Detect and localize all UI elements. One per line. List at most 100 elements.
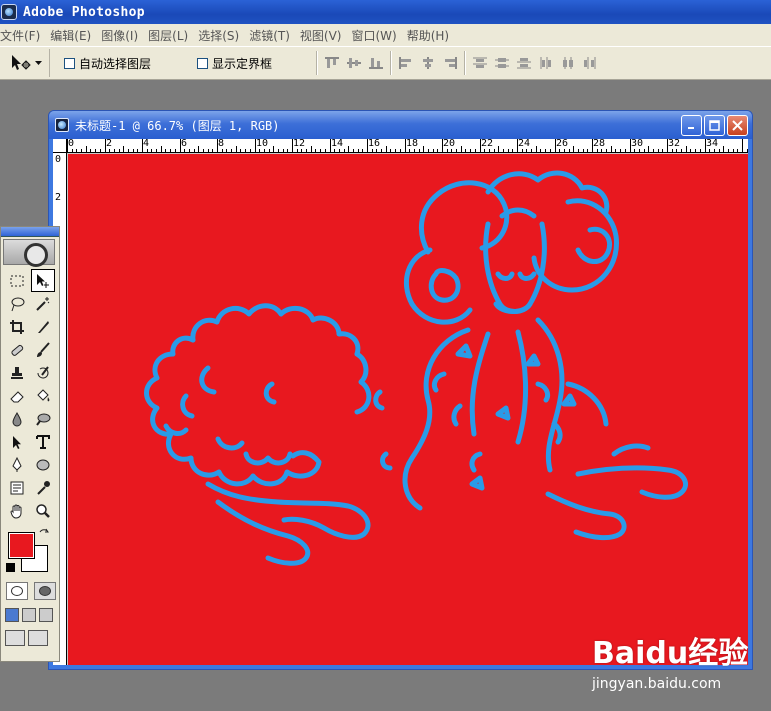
- history-brush-tool-button[interactable]: [31, 361, 55, 384]
- dodge-tool-button[interactable]: [31, 407, 55, 430]
- menu-select[interactable]: 选择(S): [198, 27, 248, 44]
- minimize-button[interactable]: [681, 115, 702, 136]
- distribute-buttons: [466, 56, 604, 70]
- hand-tool-button[interactable]: [5, 499, 29, 522]
- full-screen-button[interactable]: [39, 608, 53, 622]
- horizontal-ruler[interactable]: 0 2 4 6 8 10 12 14 16 18 20 22 24 26 28 …: [67, 139, 748, 153]
- align-right-icon[interactable]: [442, 56, 458, 70]
- distribute-top-icon[interactable]: [472, 56, 488, 70]
- quick-mask-mode-button[interactable]: [34, 582, 56, 600]
- minimize-icon: [688, 127, 694, 129]
- swap-colors-icon[interactable]: [38, 528, 50, 540]
- standard-mode-button[interactable]: [6, 582, 28, 600]
- full-screen-menu-button[interactable]: [22, 608, 36, 622]
- standard-screen-button[interactable]: [5, 608, 19, 622]
- show-bounding-box-checkbox[interactable]: [197, 57, 209, 69]
- move-tool-icon: [12, 55, 31, 70]
- document-titlebar[interactable]: 未标题-1 @ 66.7% (图层 1, RGB): [49, 111, 752, 139]
- zoom-tool-button[interactable]: [31, 499, 55, 522]
- ruler-label: 24: [518, 139, 531, 149]
- eyedropper-tool-button[interactable]: [31, 476, 55, 499]
- notes-tool-button[interactable]: [5, 476, 29, 499]
- distribute-bottom-icon[interactable]: [516, 56, 532, 70]
- slice-tool-button[interactable]: [31, 315, 55, 338]
- auto-select-layer-checkbox[interactable]: [64, 57, 75, 69]
- align-left-icon[interactable]: [398, 56, 414, 70]
- distribute-vcenter-icon[interactable]: [494, 56, 510, 70]
- menu-layer[interactable]: 图层(L): [148, 27, 197, 44]
- ruler-label: 4: [143, 139, 150, 149]
- crop-tool-button[interactable]: [5, 315, 29, 338]
- distribute-right-icon[interactable]: [582, 56, 598, 70]
- blur-tool-button[interactable]: [5, 407, 29, 430]
- distribute-hcenter-icon[interactable]: [560, 56, 576, 70]
- jump-to-other-app-button[interactable]: [28, 630, 48, 646]
- toolbox-logo[interactable]: [3, 239, 55, 267]
- align-vcenter-icon[interactable]: [346, 56, 362, 70]
- options-bar: 自动选择图层 显示定界框: [0, 46, 771, 80]
- show-bounding-box-option[interactable]: 显示定界框: [197, 55, 272, 72]
- move-tool-button[interactable]: [31, 269, 55, 292]
- menu-window[interactable]: 窗口(W): [351, 27, 405, 44]
- ruler-label: 0: [68, 139, 75, 149]
- ruler-label: 30: [631, 139, 644, 149]
- brush-icon: [37, 341, 50, 357]
- ruler-label: 32: [668, 139, 681, 149]
- align-bottom-icon[interactable]: [368, 56, 384, 70]
- brush-tool-button[interactable]: [31, 338, 55, 361]
- quick-mask-icon: [39, 586, 51, 596]
- auto-select-layer-option[interactable]: 自动选择图层: [64, 55, 151, 72]
- lasso-icon: [11, 297, 25, 311]
- ruler-label: 6: [181, 139, 188, 149]
- close-icon: [732, 120, 743, 131]
- lasso-tool-button[interactable]: [5, 292, 29, 315]
- baidu-jingyan-logo: Baidu经验: [592, 628, 748, 672]
- ruler-label: 14: [331, 139, 344, 149]
- slice-icon: [38, 320, 49, 333]
- screen-mode-buttons: [1, 608, 59, 622]
- path-select-tool-button[interactable]: [5, 430, 29, 453]
- canvas[interactable]: [68, 154, 748, 665]
- default-colors-button[interactable]: [6, 563, 15, 572]
- ruler-label: 18: [406, 139, 419, 149]
- close-button[interactable]: [727, 115, 748, 136]
- menu-help[interactable]: 帮助(H): [407, 27, 458, 44]
- notes-icon: [10, 481, 24, 494]
- foreground-color-swatch[interactable]: [8, 532, 35, 559]
- align-horizontal-buttons: [392, 56, 464, 70]
- ruler-label: 2: [106, 139, 113, 149]
- magic-wand-icon: [36, 296, 50, 311]
- eraser-tool-button[interactable]: [5, 384, 29, 407]
- align-hcenter-icon[interactable]: [420, 56, 436, 70]
- type-tool-button[interactable]: [31, 430, 55, 453]
- distribute-left-icon[interactable]: [538, 56, 554, 70]
- document-title: 未标题-1 @ 66.7% (图层 1, RGB): [75, 118, 280, 133]
- menu-file[interactable]: 文件(F): [0, 27, 49, 44]
- healing-brush-tool-button[interactable]: [5, 338, 29, 361]
- ellipse-icon: [36, 459, 50, 470]
- menu-view[interactable]: 视图(V): [300, 27, 351, 44]
- magic-wand-tool-button[interactable]: [31, 292, 55, 315]
- menu-edit[interactable]: 编辑(E): [50, 27, 100, 44]
- marquee-icon: [10, 275, 24, 286]
- document-window: 未标题-1 @ 66.7% (图层 1, RGB) 0 2 4 6 8 10 1…: [48, 110, 753, 670]
- menu-image[interactable]: 图像(I): [101, 27, 147, 44]
- ellipse-tool-button[interactable]: [31, 453, 55, 476]
- hand-icon: [10, 504, 22, 519]
- pen-tool-button[interactable]: [5, 453, 29, 476]
- toolbox-header[interactable]: [1, 227, 59, 237]
- ruler-label: 20: [443, 139, 456, 149]
- pen-icon: [12, 456, 22, 472]
- marquee-tool-button[interactable]: [5, 269, 29, 292]
- photoshop-app-icon[interactable]: [1, 4, 17, 20]
- menu-filter[interactable]: 滤镜(T): [249, 27, 299, 44]
- maximize-button[interactable]: [704, 115, 725, 136]
- paint-bucket-tool-button[interactable]: [31, 384, 55, 407]
- jump-to-imageready-button[interactable]: [5, 630, 25, 646]
- clone-stamp-tool-button[interactable]: [5, 361, 29, 384]
- eraser-icon: [10, 390, 24, 402]
- ruler-origin[interactable]: [53, 139, 67, 153]
- tool-preset-picker[interactable]: [2, 49, 50, 77]
- align-top-icon[interactable]: [324, 56, 340, 70]
- paint-bucket-icon: [37, 388, 50, 401]
